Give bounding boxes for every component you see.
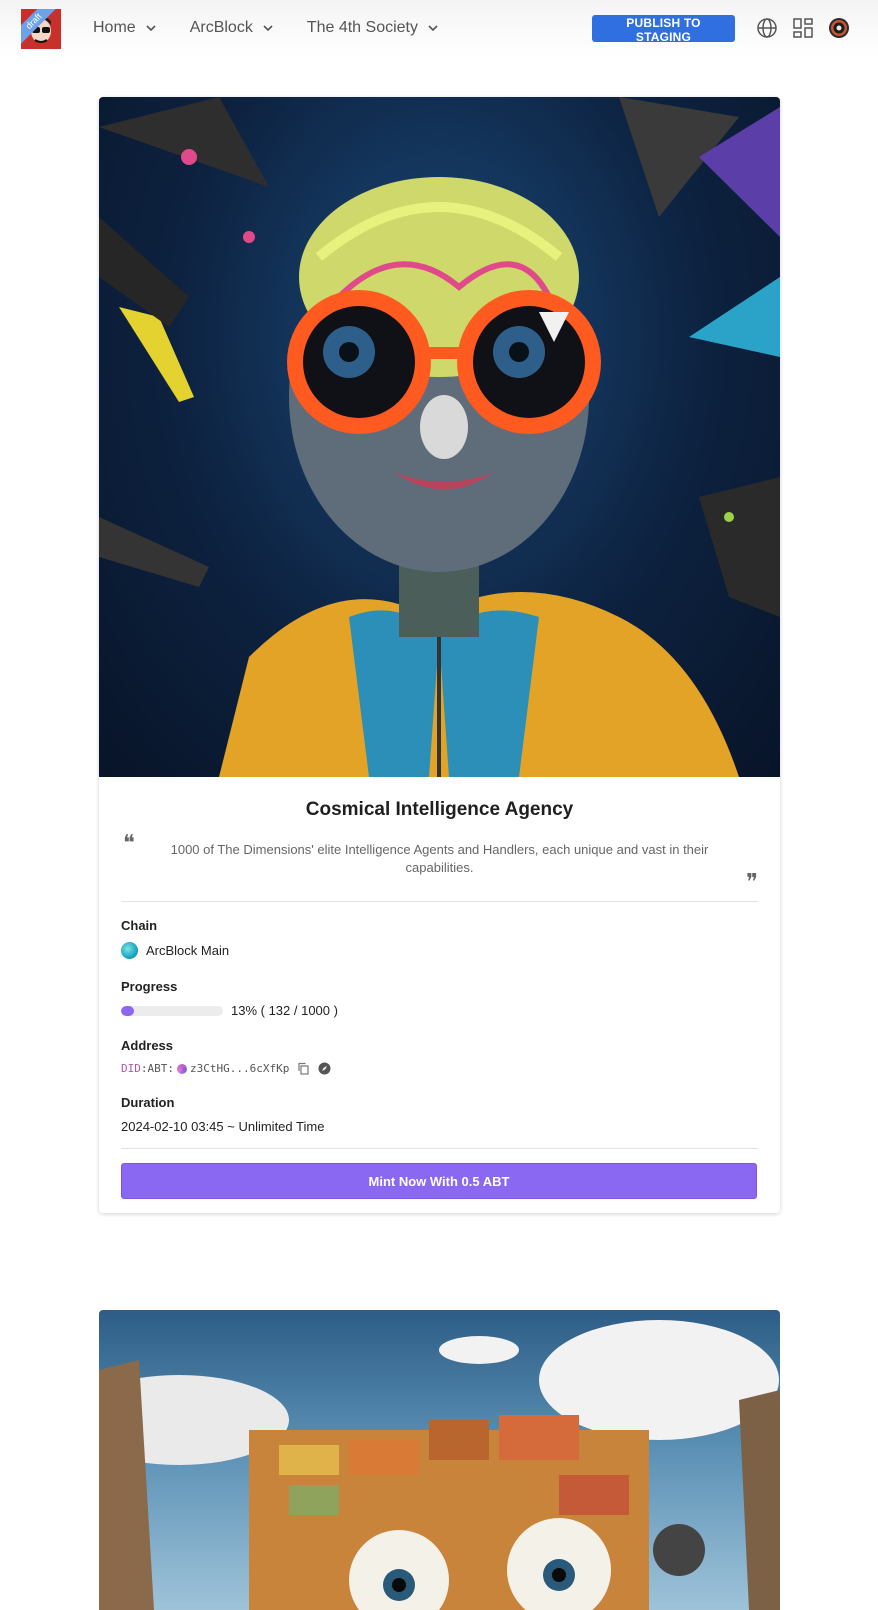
contract-address: DID :ABT: z3CtHG...6cXfKp bbox=[121, 1062, 758, 1075]
nav-home[interactable]: Home bbox=[93, 19, 158, 37]
collection-artwork[interactable] bbox=[99, 97, 780, 777]
globe-icon[interactable] bbox=[756, 17, 778, 39]
artwork-illustration bbox=[99, 1320, 780, 1610]
mint-now-button[interactable]: Mint Now With 0.5 ABT bbox=[121, 1163, 757, 1199]
progress-bar bbox=[121, 1005, 223, 1016]
dashboard-icon[interactable] bbox=[792, 17, 814, 39]
chevron-down-icon bbox=[428, 25, 438, 32]
address-label: Address bbox=[121, 1038, 174, 1053]
address-value: z3CtHG...6cXfKp bbox=[190, 1062, 290, 1075]
collection-description: 1000 of The Dimensions' elite Intelligen… bbox=[170, 842, 709, 875]
second-collection-artwork[interactable] bbox=[99, 1310, 780, 1610]
abt-prefix: :ABT: bbox=[140, 1062, 174, 1075]
publish-to-staging-button[interactable]: PUBLISH TO STAGING bbox=[592, 15, 735, 44]
did-prefix: DID bbox=[121, 1062, 141, 1075]
progress-section: Progress 13% ( 132 / 1000 ) bbox=[121, 979, 758, 1018]
nav-label: ArcBlock bbox=[189, 19, 253, 36]
chevron-down-icon bbox=[146, 25, 156, 32]
nft-collection-card: Cosmical Intelligence Agency ❝ 1000 of T… bbox=[99, 97, 780, 1213]
chain-value: ArcBlock Main bbox=[146, 943, 230, 958]
nav-arcblock[interactable]: ArcBlock bbox=[190, 19, 275, 37]
description-quote: ❝ 1000 of The Dimensions' elite Intellig… bbox=[121, 831, 758, 895]
nav-label: The 4th Society bbox=[306, 19, 418, 36]
top-bar: draft Home ArcBlock The 4th Society PUBL… bbox=[0, 0, 878, 56]
divider bbox=[121, 1148, 758, 1149]
did-avatar-icon bbox=[177, 1063, 187, 1074]
open-quote-icon: ❝ bbox=[123, 831, 135, 856]
progress-fill bbox=[121, 1005, 135, 1016]
user-avatar[interactable] bbox=[828, 17, 850, 39]
duration-label: Duration bbox=[121, 1095, 175, 1110]
close-quote-icon: ❞ bbox=[746, 870, 758, 895]
divider bbox=[121, 901, 758, 902]
copy-icon[interactable] bbox=[297, 1062, 310, 1075]
main-nav: Home ArcBlock The 4th Society bbox=[93, 0, 472, 56]
app-logo[interactable]: draft bbox=[21, 9, 61, 49]
arcblock-chain-icon bbox=[121, 942, 138, 959]
collection-title: Cosmical Intelligence Agency bbox=[305, 799, 574, 820]
chain-section: Chain ArcBlock Main bbox=[121, 918, 758, 959]
artwork-illustration bbox=[99, 97, 780, 777]
explorer-compass-icon[interactable] bbox=[318, 1062, 331, 1075]
chevron-down-icon bbox=[263, 25, 273, 32]
nav-label: Home bbox=[93, 19, 136, 36]
chain-label: Chain bbox=[121, 918, 158, 933]
progress-label: Progress bbox=[121, 979, 178, 994]
card-body: Cosmical Intelligence Agency ❝ 1000 of T… bbox=[99, 777, 780, 1213]
duration-section: Duration 2024-02-10 03:45 ~ Unlimited Ti… bbox=[121, 1095, 758, 1134]
nav-4th-society[interactable]: The 4th Society bbox=[307, 19, 440, 37]
duration-value: 2024-02-10 03:45 ~ Unlimited Time bbox=[121, 1119, 325, 1134]
progress-text: 13% ( 132 / 1000 ) bbox=[231, 1003, 338, 1018]
address-section: Address DID :ABT: z3CtHG...6cXfKp bbox=[121, 1038, 758, 1075]
